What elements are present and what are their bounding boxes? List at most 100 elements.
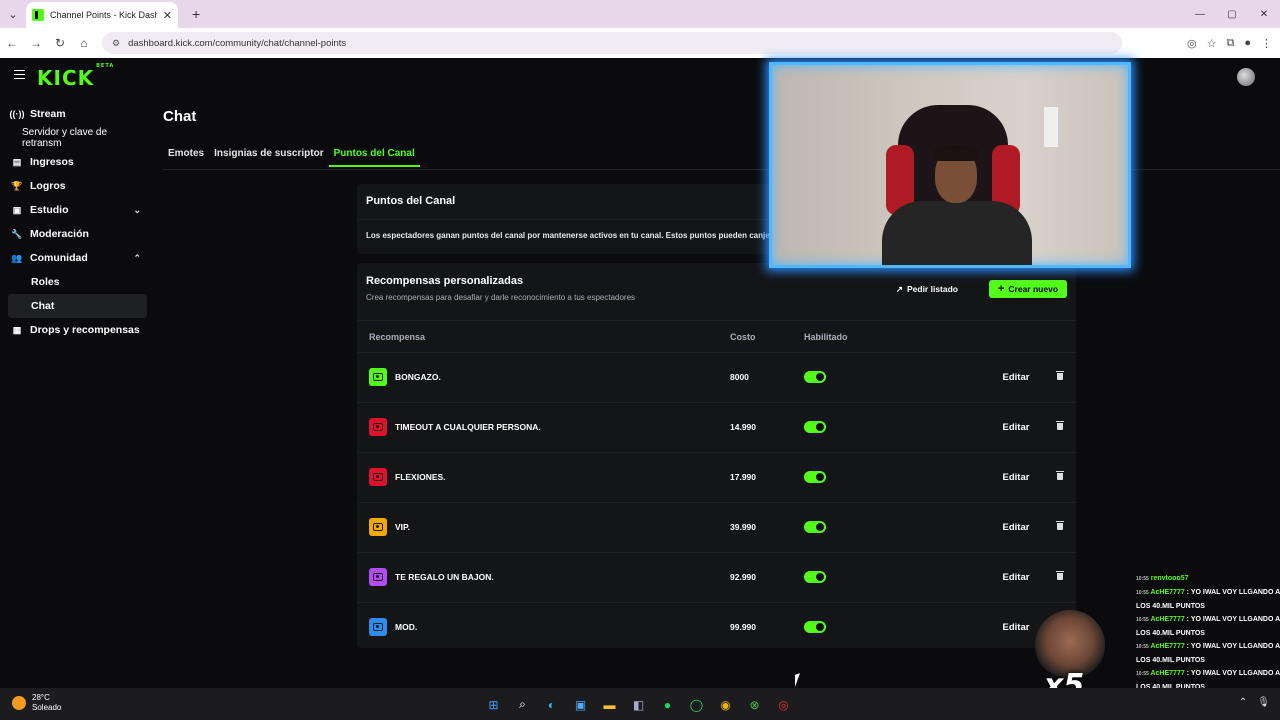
overlay-chat-line: 10:55 AcHE7777 : YO IWAL VOY LLGANDO A L…: [1136, 616, 1280, 637]
browser-tab-strip: ⌄ Channel Points - Kick Dashboard ✕ + — …: [0, 0, 1280, 28]
spotify-icon[interactable]: ●: [658, 695, 677, 714]
close-tab-icon[interactable]: ✕: [163, 9, 172, 22]
overlay-chat-line: 10:55 AcHE7777 : YO IWAL VOY LLGANDO A L…: [1136, 643, 1280, 664]
microphone-icon[interactable]: 🎙: [1257, 697, 1270, 708]
address-bar-row: ← → ↻ ⌂ ⚙ dashboard.kick.com/community/c…: [0, 28, 1280, 58]
reward-icon: [369, 568, 387, 586]
recorder-icon[interactable]: ◎: [774, 695, 793, 714]
system-tray: ⌃ 🎙: [1239, 697, 1270, 708]
plus-icon: +: [997, 283, 1005, 295]
trash-icon[interactable]: [1056, 370, 1064, 381]
sidebar-item-drops[interactable]: ▦ Drops y recompensas: [0, 318, 147, 342]
capture-icon[interactable]: ◧: [629, 695, 648, 714]
sidebar-item-estudio[interactable]: ▣ Estudio ⌄: [0, 198, 147, 222]
whatsapp-icon[interactable]: ◯: [687, 695, 706, 714]
reward-name: TIMEOUT A CUALQUIER PERSONA.: [395, 422, 541, 432]
sidebar-item-moderacion[interactable]: 🔧 Moderación: [0, 222, 147, 246]
column-reward: Recompensa: [369, 332, 426, 342]
user-avatar[interactable]: [1237, 68, 1255, 86]
sidebar-item-comunidad[interactable]: 👥 Comunidad ⌃: [0, 246, 147, 270]
reward-icon: [369, 418, 387, 436]
rewards-table-header: Recompensa Costo Habilitado: [357, 320, 1076, 352]
reward-icon: [369, 618, 387, 636]
browser-tab[interactable]: Channel Points - Kick Dashboard ✕: [26, 2, 178, 28]
maximize-icon[interactable]: ▢: [1216, 0, 1248, 28]
reward-enabled-toggle[interactable]: [804, 421, 826, 433]
external-link-icon: ↗: [895, 283, 903, 294]
trash-icon[interactable]: [1056, 520, 1064, 531]
home-icon[interactable]: ⌂: [72, 28, 96, 58]
menu-dots-icon[interactable]: ⋮: [1261, 37, 1272, 50]
search-icon[interactable]: ⌕: [513, 695, 532, 714]
site-info-icon[interactable]: ⚙: [112, 38, 120, 49]
reward-row: TE REGALO UN BAJON. 92.990 Editar: [357, 552, 1076, 602]
extensions-icon[interactable]: ⧉: [1226, 37, 1234, 50]
reward-enabled-toggle[interactable]: [804, 371, 826, 383]
window-controls: — ▢ ✕: [1184, 0, 1280, 28]
bookmark-star-icon[interactable]: ☆: [1207, 37, 1217, 50]
sidebar-item-stream[interactable]: ((·)) Stream: [0, 102, 147, 126]
new-tab-icon[interactable]: +: [192, 6, 200, 22]
rewards-heading: Recompensas personalizadas: [366, 275, 524, 287]
overlay-chat-line: 10:55 renvtooo57: [1136, 575, 1189, 582]
file-explorer-icon[interactable]: ▬: [600, 695, 619, 714]
webcam-overlay: [769, 62, 1131, 268]
channel-points-heading: Puntos del Canal: [366, 195, 456, 207]
minimize-icon[interactable]: —: [1184, 0, 1216, 28]
sidebar-item-server-key[interactable]: Servidor y clave de retransm: [0, 126, 147, 150]
edit-button[interactable]: Editar: [994, 417, 1038, 437]
tab-emotes[interactable]: Emotes: [163, 144, 209, 167]
reward-enabled-toggle[interactable]: [804, 471, 826, 483]
reload-icon[interactable]: ↻: [48, 28, 72, 58]
request-list-button[interactable]: ↗ Pedir listado: [896, 280, 958, 298]
windows-start-icon[interactable]: ⊞: [484, 695, 503, 714]
store-icon[interactable]: ▣: [571, 695, 590, 714]
reward-cost: 92.990: [730, 572, 756, 582]
tab-search-icon[interactable]: ⌄: [0, 0, 26, 28]
url-field[interactable]: ⚙ dashboard.kick.com/community/chat/chan…: [102, 32, 1122, 54]
streamer-body: [882, 201, 1032, 265]
reward-row: BONGAZO. 8000 Editar: [357, 352, 1076, 402]
custom-rewards-card: Recompensas personalizadas Crea recompen…: [357, 263, 1076, 648]
rewards-subheading: Crea recompensas para desafiar y darle r…: [366, 293, 636, 302]
column-cost: Costo: [730, 332, 756, 342]
reward-name: BONGAZO.: [395, 372, 441, 382]
chrome-icon[interactable]: ◉: [716, 695, 735, 714]
sidebar-item-logros[interactable]: 🏆 Logros: [0, 174, 147, 198]
tab-subscriber-badges[interactable]: Insignias de suscriptor: [209, 144, 328, 167]
eye-off-icon[interactable]: ◎: [1187, 37, 1197, 50]
sidebar: ((·)) Stream Servidor y clave de retransm…: [0, 102, 160, 342]
chevron-down-icon: ⌄: [133, 204, 141, 215]
sidebar-item-ingresos[interactable]: ▤ Ingresos: [0, 150, 147, 174]
weather-widget[interactable]: 28°C Soleado: [12, 693, 61, 713]
sidebar-item-roles[interactable]: Roles: [0, 270, 147, 294]
weather-condition: Soleado: [32, 703, 62, 712]
reward-enabled-toggle[interactable]: [804, 571, 826, 583]
trash-icon[interactable]: [1056, 470, 1064, 481]
kick-logo[interactable]: KICK BETA: [37, 63, 113, 90]
forward-icon[interactable]: →: [24, 28, 48, 58]
tray-chevron-icon[interactable]: ⌃: [1239, 697, 1247, 708]
hamburger-menu-icon[interactable]: [14, 70, 25, 79]
edit-button[interactable]: Editar: [994, 367, 1038, 387]
edit-button[interactable]: Editar: [994, 567, 1038, 587]
tab-channel-points[interactable]: Puntos del Canal: [328, 144, 420, 167]
close-window-icon[interactable]: ✕: [1248, 0, 1280, 28]
edit-button[interactable]: Editar: [994, 617, 1038, 637]
edge-icon[interactable]: ◐: [542, 695, 561, 714]
reward-enabled-toggle[interactable]: [804, 621, 826, 633]
trash-icon[interactable]: [1056, 420, 1064, 431]
edit-button[interactable]: Editar: [994, 467, 1038, 487]
edit-button[interactable]: Editar: [994, 517, 1038, 537]
stream-chat-overlay: 10:55 renvtooo57 10:55 AcHE7777 : YO IWAL…: [1136, 572, 1280, 694]
trash-icon[interactable]: [1056, 570, 1064, 581]
create-new-button[interactable]: + Crear nuevo: [989, 280, 1067, 298]
profile-icon[interactable]: ●: [1244, 37, 1251, 49]
xbox-icon[interactable]: ⊗: [745, 695, 764, 714]
reward-cost: 99.990: [730, 622, 756, 632]
browser-tab-title: Channel Points - Kick Dashboard: [50, 10, 157, 20]
sun-icon: [12, 696, 26, 710]
sidebar-item-chat[interactable]: Chat: [8, 294, 147, 318]
reward-enabled-toggle[interactable]: [804, 521, 826, 533]
back-icon[interactable]: ←: [0, 28, 24, 58]
